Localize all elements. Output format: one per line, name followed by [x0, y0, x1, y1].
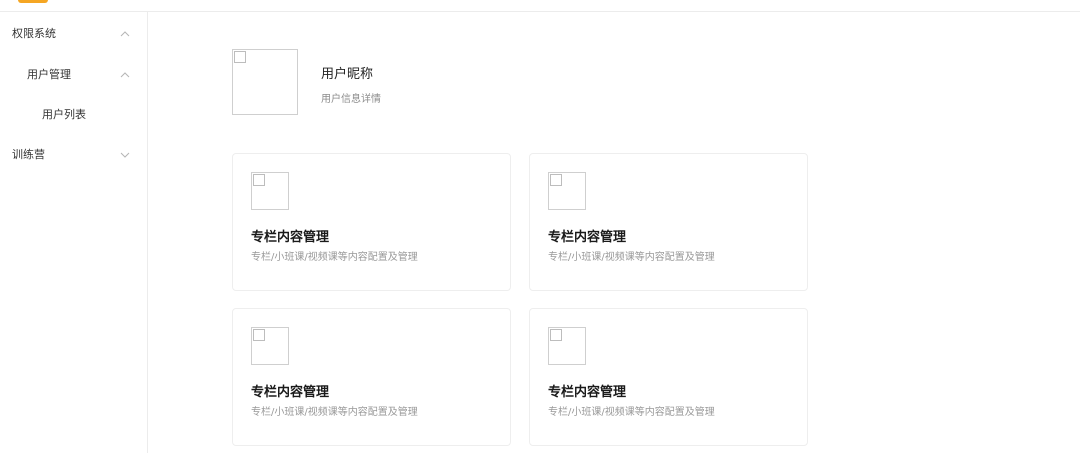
module-card[interactable]: 专栏内容管理 专栏/小班课/视频课等内容配置及管理	[232, 308, 511, 446]
card-description: 专栏/小班课/视频课等内容配置及管理	[548, 252, 715, 263]
sidebar-item-label: 用户列表	[42, 108, 86, 121]
image-placeholder-icon	[550, 174, 562, 186]
sidebar-item-permission-system[interactable]: 权限系统	[0, 21, 147, 47]
card-title: 专栏内容管理	[548, 385, 627, 400]
chevron-up-icon	[120, 71, 130, 79]
main-content: 用户昵称 用户信息详情 专栏内容管理 专栏/小班课/视频课等内容配置及管理 专栏…	[148, 12, 1080, 453]
user-nickname: 用户昵称	[321, 67, 374, 82]
module-card[interactable]: 专栏内容管理 专栏/小班课/视频课等内容配置及管理	[529, 308, 808, 446]
chevron-up-icon	[120, 30, 130, 38]
module-card[interactable]: 专栏内容管理 专栏/小班课/视频课等内容配置及管理	[529, 153, 808, 291]
logo	[18, 0, 48, 3]
image-placeholder-icon	[253, 174, 265, 186]
sidebar-item-label: 用户管理	[27, 68, 71, 81]
card-title: 专栏内容管理	[548, 230, 627, 245]
card-thumbnail	[548, 327, 586, 365]
image-placeholder-icon	[253, 329, 265, 341]
avatar[interactable]	[232, 49, 298, 115]
image-placeholder-icon	[234, 51, 246, 63]
card-title: 专栏内容管理	[251, 230, 330, 245]
card-title: 专栏内容管理	[251, 385, 330, 400]
card-description: 专栏/小班课/视频课等内容配置及管理	[548, 407, 715, 418]
card-description: 专栏/小班课/视频课等内容配置及管理	[251, 407, 418, 418]
sidebar: 权限系统 用户管理 用户列表 训练营	[0, 12, 148, 453]
sidebar-item-user-management[interactable]: 用户管理	[0, 62, 147, 88]
user-info-detail: 用户信息详情	[321, 94, 381, 105]
module-card[interactable]: 专栏内容管理 专栏/小班课/视频课等内容配置及管理	[232, 153, 511, 291]
card-description: 专栏/小班课/视频课等内容配置及管理	[251, 252, 418, 263]
card-thumbnail	[548, 172, 586, 210]
app-window: 权限系统 用户管理 用户列表 训练营 用户昵称 用户信息详情 专栏内容管理 专栏…	[0, 0, 1080, 453]
card-thumbnail	[251, 327, 289, 365]
sidebar-item-training-camp[interactable]: 训练营	[0, 142, 147, 168]
chevron-down-icon	[120, 151, 130, 159]
card-thumbnail	[251, 172, 289, 210]
sidebar-item-label: 权限系统	[12, 27, 56, 40]
sidebar-item-user-list[interactable]: 用户列表	[0, 102, 147, 128]
image-placeholder-icon	[550, 329, 562, 341]
top-bar	[0, 0, 1080, 12]
sidebar-item-label: 训练营	[12, 148, 45, 161]
